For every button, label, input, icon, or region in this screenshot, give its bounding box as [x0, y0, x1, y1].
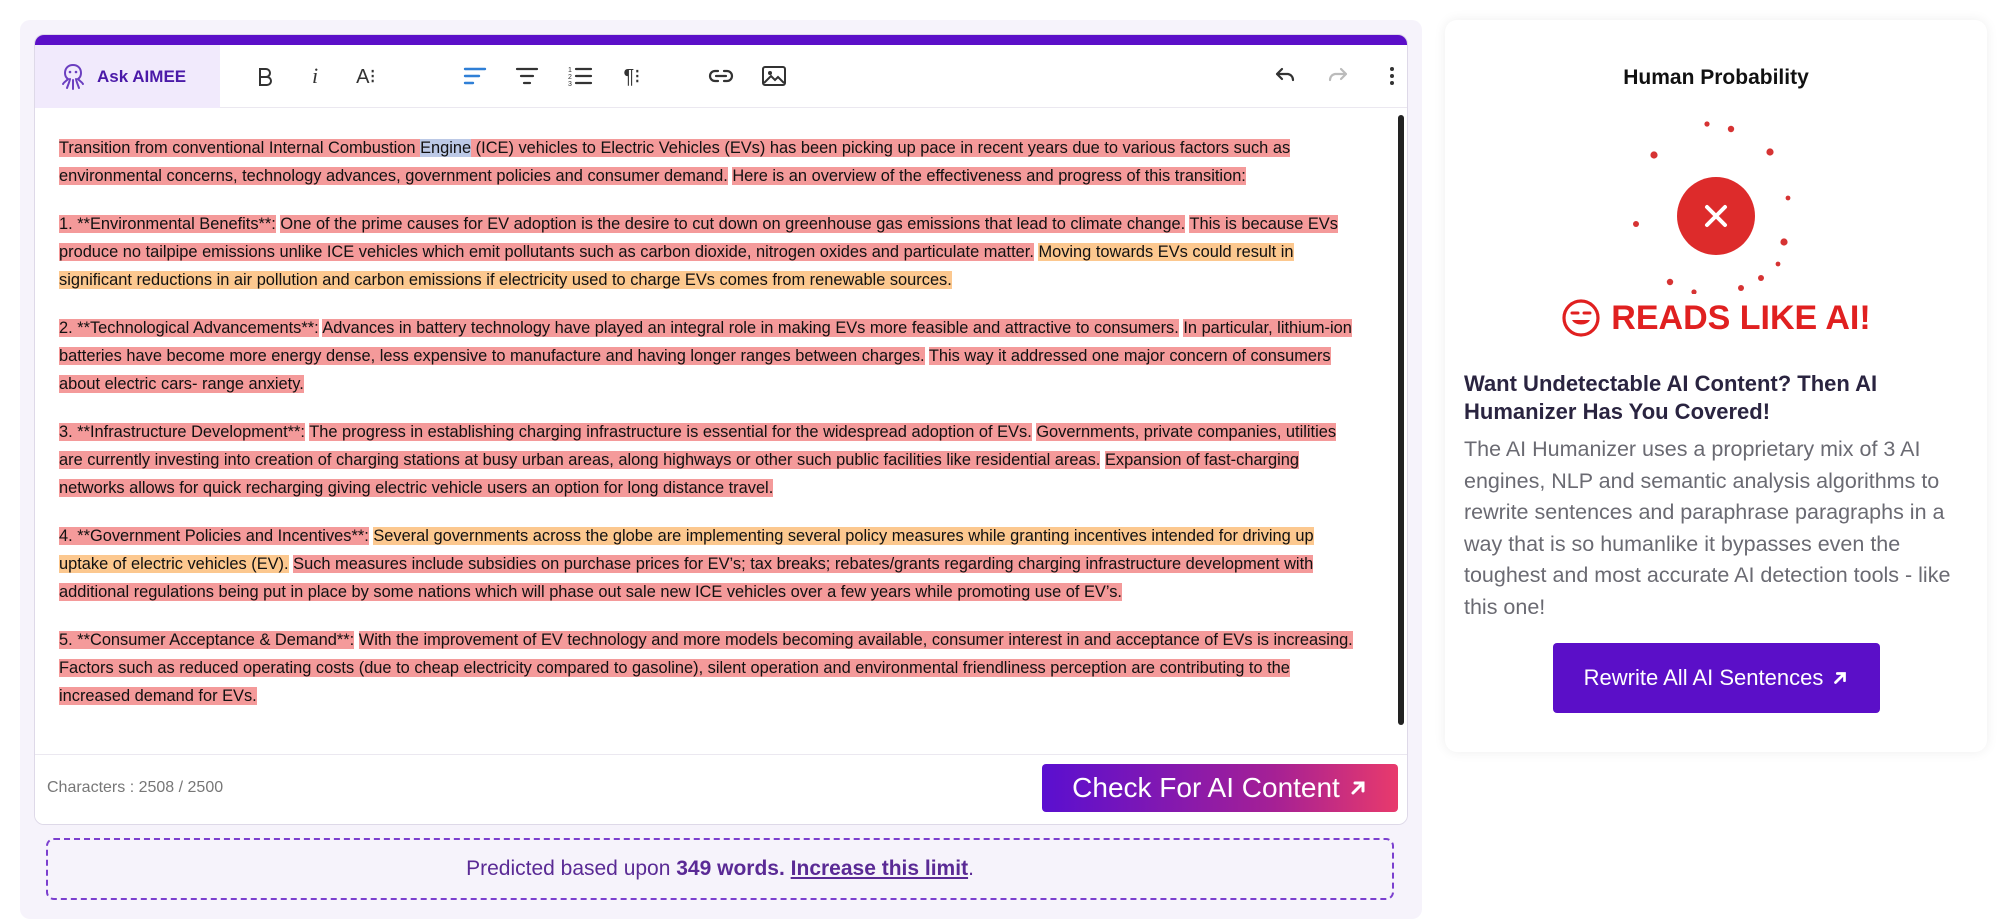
selected-word: Engine	[420, 139, 472, 157]
ai-sentence: 2. **Technological Advancements**:	[59, 319, 319, 337]
font-size-icon: A⁝	[356, 65, 376, 88]
undo-icon	[1275, 67, 1295, 82]
result-panel: Human Probability READS LIKE AI! Want Un…	[1445, 20, 1987, 752]
increase-limit-link[interactable]: Increase this limit	[791, 857, 968, 881]
humanizer-heading: Want Undetectable AI Content? Then AI Hu…	[1464, 371, 1878, 424]
ai-sentence: With the improvement of EV technology an…	[358, 631, 1353, 649]
ai-sentence: 4. **Government Policies and Incentives*…	[59, 527, 369, 545]
prediction-suffix: .	[968, 857, 974, 880]
undo-button[interactable]	[1268, 59, 1302, 93]
char-count-value: 2508	[138, 779, 175, 796]
align-left-icon	[463, 67, 487, 85]
editor-accent-bar	[35, 35, 1407, 45]
octopus-icon	[62, 63, 84, 90]
svg-text:3: 3	[568, 81, 572, 87]
character-counter: Characters : 2508 / 2500	[47, 779, 223, 797]
ai-sentence: Here is an overview of the effectiveness…	[732, 167, 1246, 185]
ai-sentence: 3. **Infrastructure Development**:	[59, 423, 305, 441]
ask-aimee-label: Ask AIMEE	[97, 66, 187, 86]
arrow-up-right-icon	[1351, 781, 1365, 795]
ai-sentence: Factors such as reduced operating costs …	[59, 659, 1290, 705]
bold-button[interactable]	[248, 59, 282, 93]
align-left-button[interactable]	[458, 59, 492, 93]
bold-icon	[259, 68, 272, 86]
editor-content[interactable]: Transition from conventional Internal Co…	[35, 108, 1407, 732]
redo-icon	[1328, 67, 1348, 82]
ai-sentence: One of the prime causes for EV adoption …	[280, 215, 1186, 233]
link-icon	[708, 69, 734, 83]
rewrite-label: Rewrite All AI Sentences	[1583, 665, 1824, 690]
wink-face-icon	[1562, 299, 1600, 337]
paragraph-button[interactable]: ¶⁝	[615, 59, 649, 93]
italic-icon: i	[311, 63, 319, 88]
editor-toolbar: Ask AIMEE i A⁝ 123 ¶⁝	[35, 45, 1407, 108]
editor-scrollbar[interactable]	[1398, 115, 1404, 725]
font-size-button[interactable]: A⁝	[349, 59, 383, 93]
paragraph-point-4: 4. **Government Policies and Incentives*…	[59, 522, 1357, 606]
prediction-prefix: Predicted based upon	[466, 857, 677, 880]
numbered-list-icon: 123	[568, 67, 593, 87]
paragraph-icon: ¶⁝	[623, 65, 641, 88]
char-count-limit: / 2500	[174, 779, 224, 796]
paragraph-point-3: 3. **Infrastructure Development**: The p…	[59, 418, 1357, 502]
prediction-word-count: 349 words.	[676, 857, 785, 880]
paragraph-point-1: 1. **Environmental Benefits**: One of th…	[59, 210, 1357, 294]
ai-sentence: Advances in battery technology have play…	[322, 319, 1179, 337]
verdict: READS LIKE AI!	[1445, 298, 1987, 338]
ai-sentence: 1. **Environmental Benefits**:	[59, 215, 276, 233]
prediction-notice: Predicted based upon 349 words. Increase…	[46, 838, 1394, 900]
insert-link-button[interactable]	[704, 59, 738, 93]
editor-section: Ask AIMEE i A⁝ 123 ¶⁝ Transition from co…	[20, 20, 1422, 919]
more-options-button[interactable]	[1375, 59, 1407, 93]
svg-text:2: 2	[568, 74, 572, 81]
align-center-button[interactable]	[510, 59, 544, 93]
insert-image-button[interactable]	[757, 59, 791, 93]
arrow-up-right-icon	[1834, 672, 1847, 684]
check-ai-content-button[interactable]: Check For AI Content	[1042, 764, 1398, 812]
paragraph-point-2: 2. **Technological Advancements**: Advan…	[59, 314, 1357, 398]
svg-text:1: 1	[568, 67, 572, 74]
more-vertical-icon	[1390, 67, 1394, 85]
redo-button[interactable]	[1321, 59, 1355, 93]
text-editor: Ask AIMEE i A⁝ 123 ¶⁝ Transition from co…	[34, 34, 1408, 825]
italic-button[interactable]: i	[298, 59, 332, 93]
ai-sentence: 5. **Consumer Acceptance & Demand**:	[59, 631, 355, 649]
ai-sentence: The progress in establishing charging in…	[309, 423, 1032, 441]
ask-aimee-button[interactable]: Ask AIMEE	[35, 45, 220, 108]
paragraph-intro: Transition from conventional Internal Co…	[59, 134, 1357, 190]
char-count-label: Characters :	[47, 779, 139, 796]
rewrite-ai-sentences-button[interactable]: Rewrite All AI Sentences	[1553, 643, 1880, 713]
human-probability-title: Human Probability	[1623, 66, 1809, 89]
paragraph-point-5: 5. **Consumer Acceptance & Demand**: Wit…	[59, 626, 1357, 710]
humanizer-description: The AI Humanizer uses a proprietary mix …	[1464, 437, 1951, 619]
align-center-icon	[515, 67, 539, 85]
ai-sentence: Transition from conventional Internal Co…	[59, 139, 421, 157]
numbered-list-button[interactable]: 123	[563, 59, 597, 93]
check-ai-content-label: Check For AI Content	[1072, 772, 1340, 803]
image-icon	[762, 66, 786, 86]
editor-footer: Characters : 2508 / 2500 Check For AI Co…	[35, 754, 1407, 824]
verdict-text: READS LIKE AI!	[1611, 298, 1871, 337]
probability-gauge	[1633, 121, 1791, 294]
